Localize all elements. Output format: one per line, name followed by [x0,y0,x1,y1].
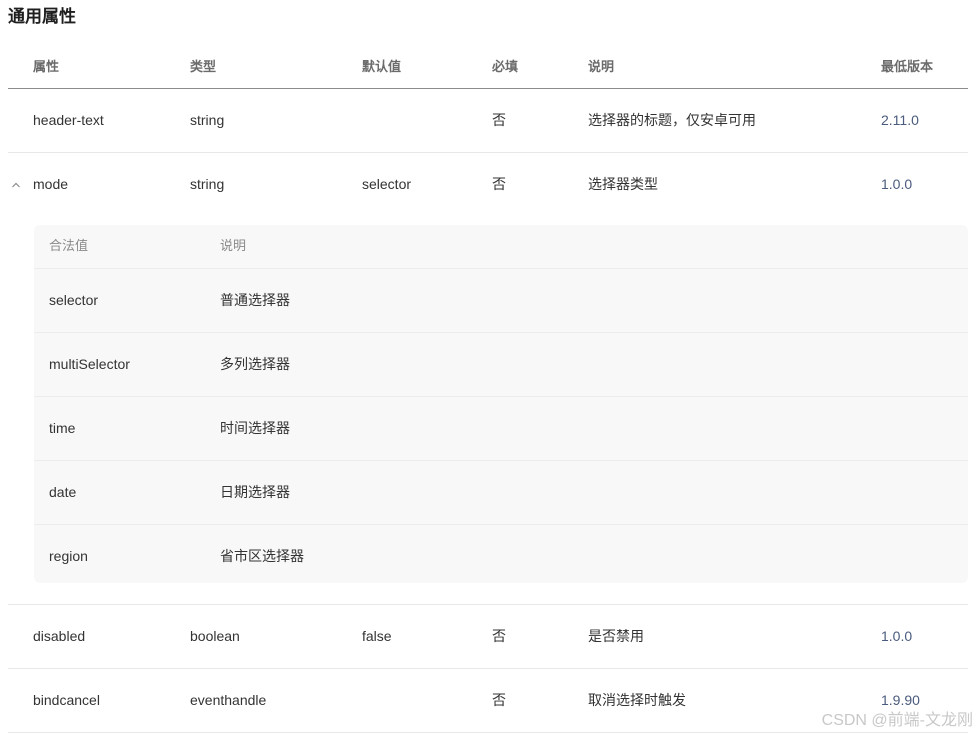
attr-version: 1.0.0 [881,628,913,644]
attr-required: 否 [492,112,506,128]
sub-header-value: 合法值 [49,238,89,253]
attr-version: 1.9.90 [881,692,920,708]
table-row: disabled boolean false 否 是否禁用 1.0.0 [8,605,968,669]
attr-name: mode [33,176,69,192]
sub-table-row: time 时间选择器 [34,397,968,461]
table-header-row: 属性 类型 默认值 必填 说明 最低版本 [8,45,968,89]
attr-description: 选择器的标题，仅安卓可用 [588,112,756,128]
mode-value-description: 时间选择器 [220,420,290,436]
attr-description: 是否禁用 [588,628,644,644]
mode-value-description: 普通选择器 [220,292,290,308]
attributes-table: 属性 类型 默认值 必填 说明 最低版本 header-text string … [8,45,968,733]
attr-description: 选择器类型 [588,176,658,192]
sub-table-row: selector 普通选择器 [34,269,968,333]
sub-header-description: 说明 [220,238,247,253]
header-description: 说明 [588,59,615,74]
mode-values-table: 合法值 说明 selector 普通选择器 multiSelector 多列选择… [34,225,968,583]
mode-value: multiSelector [49,356,130,372]
header-version: 最低版本 [881,59,934,74]
attr-required: 否 [492,628,506,644]
attr-name: disabled [33,628,86,644]
attr-required: 否 [492,692,506,708]
header-required: 必填 [492,59,519,74]
attr-default: false [362,628,392,644]
mode-value-description: 省市区选择器 [220,548,304,564]
mode-value-description: 日期选择器 [220,484,290,500]
attr-required: 否 [492,176,506,192]
watermark: CSDN @前端-文龙刚 [821,712,973,729]
header-default: 默认值 [362,59,402,74]
mode-value: time [49,420,76,436]
mode-value: region [49,548,88,564]
sub-table-row: region 省市区选择器 [34,525,968,588]
header-type: 类型 [190,59,217,74]
attr-default: selector [362,176,412,192]
attr-type: string [190,176,225,192]
sub-table-header-row: 合法值 说明 [34,225,968,269]
mode-value: selector [49,292,99,308]
attr-type: eventhandle [190,692,267,708]
header-name: 属性 [33,59,60,74]
attr-description: 取消选择时触发 [588,692,686,708]
page-title: 通用属性 [8,7,76,26]
attr-type: boolean [190,628,240,644]
table-row: header-text string 否 选择器的标题，仅安卓可用 2.11.0 [8,89,968,153]
attr-name: bindcancel [33,692,100,708]
sub-table-row: date 日期选择器 [34,461,968,525]
attr-version: 2.11.0 [881,112,919,128]
attr-name: header-text [33,112,104,128]
mode-value-description: 多列选择器 [220,356,290,372]
attr-version: 1.0.0 [881,176,913,192]
sub-table-row: multiSelector 多列选择器 [34,333,968,397]
attr-type: string [190,112,225,128]
mode-value: date [49,484,77,500]
table-row-expanded: mode string selector 否 选择器类型 1.0.0 合法值 说… [8,153,968,605]
chevron-up-icon[interactable] [10,178,22,190]
